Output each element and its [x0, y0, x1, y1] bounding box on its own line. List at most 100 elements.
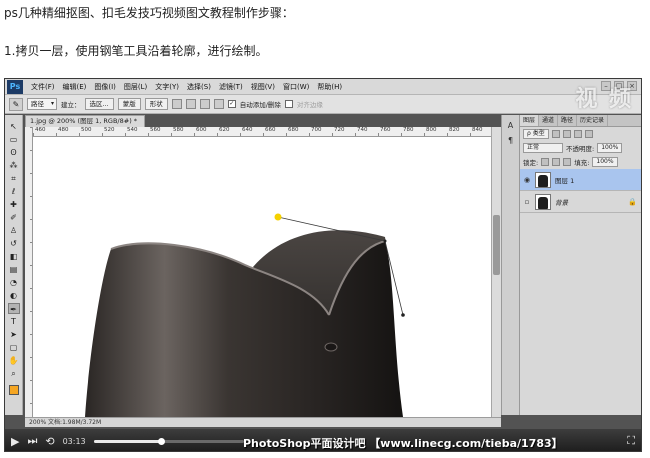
video-banner: PhotoShop平面设计吧 【www.linecg.com/tieba/178…	[243, 437, 563, 450]
fill-input[interactable]: 100%	[592, 157, 618, 167]
tab-channels[interactable]: 通道	[539, 115, 559, 126]
eye-icon[interactable]: ◉	[523, 176, 531, 184]
menu-file[interactable]: 文件(F)	[27, 82, 59, 92]
healing-tool-icon[interactable]: ✚	[8, 199, 20, 210]
menu-type[interactable]: 文字(Y)	[151, 82, 183, 92]
eraser-tool-icon[interactable]: ◧	[8, 251, 20, 262]
auto-add-delete-checkbox[interactable]: ✓	[227, 100, 236, 108]
pen-anchor-point[interactable]	[383, 239, 387, 243]
video-player[interactable]: Ps 文件(F) 编辑(E) 图像(I) 图层(L) 文字(Y) 选择(S) 滤…	[4, 78, 642, 452]
opacity-input[interactable]: 100%	[597, 143, 623, 153]
ruler-tick-label: 680	[288, 127, 299, 133]
lock-transparent-icon[interactable]	[541, 158, 550, 166]
menu-help[interactable]: 帮助(H)	[313, 82, 346, 92]
type-tool-icon[interactable]: T	[8, 316, 20, 327]
make-shape-button[interactable]: 形状	[144, 98, 168, 110]
make-mask-button[interactable]: 蒙版	[117, 98, 141, 110]
pen-mode-select[interactable]: 路径	[27, 98, 57, 110]
blur-tool-icon[interactable]: ◔	[8, 277, 20, 288]
zoom-tool-icon[interactable]: ⌕	[8, 368, 20, 379]
filter-type-icon[interactable]	[573, 130, 582, 138]
foreground-color-swatch[interactable]	[8, 385, 19, 395]
shape-tool-icon[interactable]: ▢	[8, 342, 20, 353]
eyedropper-tool-icon[interactable]: ℓ	[8, 186, 20, 197]
gear-icon[interactable]	[213, 99, 224, 109]
make-selection-button[interactable]: 选区...	[84, 98, 114, 110]
ruler-tick-label: 780	[403, 127, 414, 133]
menu-edit[interactable]: 编辑(E)	[59, 82, 91, 92]
marquee-tool-icon[interactable]: ▭	[8, 134, 20, 145]
make-label: 建立：	[61, 101, 81, 109]
ruler-tick-label: 820	[449, 127, 460, 133]
ps-options-bar: ✎ 路径 建立： 选区... 蒙版 形状 ✓ 自动添加/删除 对齐边缘	[5, 95, 641, 114]
lasso-tool-icon[interactable]: ʘ	[8, 147, 20, 158]
fill-label: 填充:	[574, 159, 590, 167]
filter-shape-icon[interactable]	[584, 130, 593, 138]
ruler-tick-label: 520	[104, 127, 115, 133]
vertical-ruler	[25, 127, 33, 417]
dodge-tool-icon[interactable]: ◐	[8, 290, 20, 301]
path-select-tool-icon[interactable]: ➤	[8, 329, 20, 340]
menu-select[interactable]: 选择(S)	[183, 82, 215, 92]
path-operations-icon[interactable]	[171, 99, 182, 109]
quick-select-tool-icon[interactable]: ⁂	[8, 160, 20, 171]
ruler-tick-label: 700	[311, 127, 322, 133]
ps-logo: Ps	[7, 79, 23, 94]
ruler-tick-label: 460	[35, 127, 46, 133]
menu-layer[interactable]: 图层(L)	[120, 82, 151, 92]
document-tab[interactable]: 1.jpg @ 200% (图层 1, RGB/8#) *	[25, 115, 145, 127]
brush-tool-icon[interactable]: ✐	[8, 212, 20, 223]
pen-tool-preset-icon[interactable]: ✎	[9, 97, 23, 111]
lock-position-icon[interactable]	[563, 158, 572, 166]
boot-image	[85, 213, 405, 417]
progress-knob[interactable]	[158, 437, 166, 445]
tab-history[interactable]: 历史记录	[577, 115, 609, 126]
menu-image[interactable]: 图像(I)	[90, 82, 120, 92]
menu-filter[interactable]: 滤镜(T)	[215, 82, 247, 92]
lock-pixels-icon[interactable]	[552, 158, 561, 166]
align-edges-checkbox[interactable]	[284, 100, 293, 108]
gradient-tool-icon[interactable]: ▤	[8, 264, 20, 275]
filter-adjust-icon[interactable]	[562, 130, 571, 138]
opacity-label: 不透明度:	[566, 145, 595, 153]
tab-layers[interactable]: 图层	[520, 115, 540, 126]
canvas-vertical-scrollbar[interactable]	[491, 127, 501, 417]
fullscreen-icon[interactable]: ⛶	[627, 434, 635, 448]
pen-tool-icon[interactable]: ✒	[7, 303, 20, 314]
ruler-tick-label: 480	[58, 127, 69, 133]
blend-row: 正常 不透明度: 100%	[520, 141, 641, 155]
layer-row-background[interactable]: ▫ 背景 🔒	[520, 191, 641, 213]
play-icon[interactable]: ▶	[11, 435, 19, 448]
menu-window[interactable]: 窗口(W)	[279, 82, 313, 92]
visibility-toggle-icon[interactable]: ▫	[523, 198, 531, 206]
character-panel-icon[interactable]: A	[508, 121, 513, 130]
crop-tool-icon[interactable]: ⌗	[8, 173, 20, 184]
layer-name: 背景	[555, 198, 568, 207]
history-brush-tool-icon[interactable]: ↺	[8, 238, 20, 249]
progress-fill	[93, 439, 162, 443]
lock-label: 锁定:	[523, 159, 539, 167]
replay-icon[interactable]: ⟲	[45, 435, 54, 448]
move-tool-icon[interactable]: ↖	[8, 121, 20, 132]
menu-view[interactable]: 视图(V)	[247, 82, 279, 92]
tab-paths[interactable]: 路径	[558, 115, 578, 126]
hand-tool-icon[interactable]: ✋	[8, 355, 20, 366]
filter-pixel-icon[interactable]	[551, 130, 560, 138]
progress-track[interactable]	[93, 437, 244, 445]
blend-mode-select[interactable]: 正常	[523, 143, 563, 153]
article-step-1: 1.拷贝一层，使用钢笔工具沿着轮廓，进行绘制。	[4, 44, 268, 58]
document-canvas[interactable]	[33, 137, 491, 417]
layers-panel-tabs: 图层 通道 路径 历史记录	[520, 115, 641, 127]
pen-handle-point[interactable]	[401, 313, 405, 317]
layer-name: 图层 1	[555, 176, 575, 185]
paragraph-panel-icon[interactable]: ¶	[508, 136, 513, 145]
pen-anchor-start[interactable]	[274, 213, 282, 221]
skip-next-icon[interactable]: ⏭	[27, 434, 37, 448]
layer-row-layer1[interactable]: ◉ 图层 1	[520, 169, 641, 191]
path-alignment-icon[interactable]	[185, 99, 196, 109]
ruler-tick-label: 840	[472, 127, 483, 133]
layer-kind-select[interactable]: ρ 类型	[523, 129, 549, 139]
scrollbar-thumb[interactable]	[493, 215, 500, 275]
stamp-tool-icon[interactable]: ♙	[8, 225, 20, 236]
path-arrangement-icon[interactable]	[199, 99, 210, 109]
